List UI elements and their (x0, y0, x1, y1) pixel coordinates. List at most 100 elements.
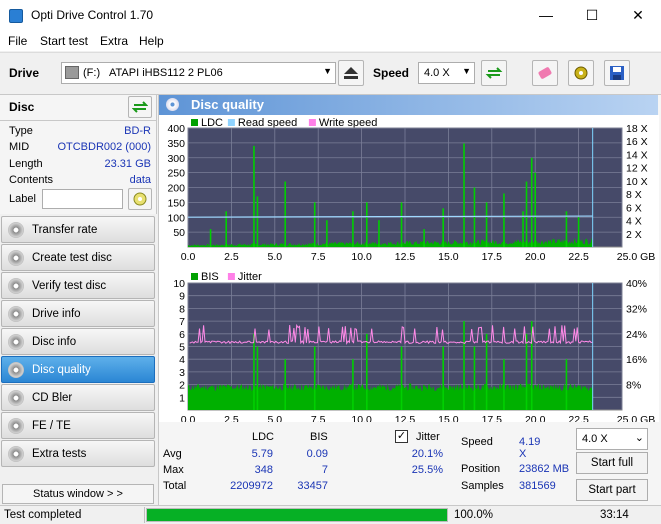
avg-bis: 0.09 (306, 448, 328, 460)
x-tick-label: 0.0 (181, 251, 196, 263)
disc-mid-value: OTCBDR002 (000) (57, 141, 151, 153)
menu-start-test[interactable]: Start test (40, 34, 88, 48)
x-tick-label: 10.0 (351, 251, 372, 263)
nav-extra-tests[interactable]: Extra tests (1, 440, 155, 467)
disc-label-button[interactable] (128, 188, 152, 210)
nav-fe-te[interactable]: FE / TE (1, 412, 155, 439)
max-bis: 7 (321, 464, 328, 476)
start-part-button[interactable]: Start part (576, 479, 648, 501)
x-tick-label: 12.5 (395, 251, 416, 263)
minimize-button[interactable]: — (523, 0, 569, 31)
legend-swatch (227, 119, 235, 126)
nav-disc-info[interactable]: Disc info (1, 328, 155, 355)
nav-create-test-disc[interactable]: Create test disc (1, 244, 155, 271)
nav-disc-quality[interactable]: Disc quality (1, 356, 155, 383)
refresh-icon (485, 67, 503, 79)
maximize-button[interactable]: ☐ (569, 0, 615, 31)
disc-mid-label: MID (9, 141, 30, 153)
nav-label: Drive info (32, 307, 81, 320)
gear-icon (574, 66, 588, 80)
settings-button[interactable] (568, 60, 594, 86)
refresh-speed-button[interactable] (481, 60, 507, 86)
y2-tick-label: 2 X (626, 229, 642, 241)
x-tick-label: 10.0 (351, 414, 372, 422)
y-tick-label: 5 (179, 342, 185, 354)
total-bis: 33457 (297, 480, 328, 492)
disc-icon (8, 361, 24, 378)
samples-value: 381569 (519, 480, 556, 492)
y-tick-label: 10 (173, 278, 185, 290)
total-ldc: 2209972 (230, 480, 273, 492)
x-tick-label: 7.5 (311, 251, 326, 263)
drive-letter: (F:) (83, 67, 101, 79)
disc-type-label: Type (9, 125, 33, 137)
nav-cd-bler[interactable]: CD Bler (1, 384, 155, 411)
disc-icon (8, 221, 24, 238)
x-tick-label: 15.0 (438, 414, 459, 422)
legend-label: LDC (201, 117, 223, 129)
y2-tick-label: 32% (626, 303, 647, 315)
disc-label-input[interactable] (42, 189, 123, 209)
speed-value: 4.0 X (424, 67, 450, 79)
y-tick-label: 150 (167, 197, 185, 209)
nav-verify-test-disc[interactable]: Verify test disc (1, 272, 155, 299)
progress-bar (146, 508, 448, 522)
x-tick-label: 0.0 (181, 414, 196, 422)
x-tick-label: 20.0 (525, 251, 546, 263)
drive-icon (65, 66, 79, 79)
y-tick-label: 7 (179, 316, 185, 328)
status-window-button[interactable]: Status window > > (2, 484, 154, 504)
disc-icon (8, 277, 24, 294)
x-tick-label: 5.0 (267, 414, 282, 422)
menu-file[interactable]: File (8, 34, 27, 48)
x-tick-label: 7.5 (311, 414, 326, 422)
disc-contents-label: Contents (9, 174, 54, 186)
y-tick-label: 100 (167, 212, 185, 224)
jitter-checkbox[interactable]: ✓ (395, 430, 408, 443)
nav-label: Disc info (32, 335, 77, 348)
menu-extra[interactable]: Extra (100, 34, 128, 48)
nav-label: Disc quality (32, 363, 91, 376)
disc-icon (166, 98, 179, 111)
legend-swatch (308, 119, 316, 126)
y-tick-label: 8 (179, 303, 185, 315)
nav-label: Verify test disc (32, 279, 107, 292)
nav-label: Create test disc (32, 251, 112, 264)
y-tick-label: 350 (167, 138, 185, 150)
disc-length-label: Length (9, 158, 43, 170)
erase-button[interactable] (532, 60, 558, 86)
drive-select[interactable]: (F:) ATAPI iHBS112 2 PL06 ▼ (61, 62, 336, 84)
menu-help[interactable]: Help (139, 34, 164, 48)
disc-icon (8, 305, 24, 322)
nav-drive-info[interactable]: Drive info (1, 300, 155, 327)
test-speed-value: 4.0 X (582, 433, 608, 445)
drive-label: Drive (9, 66, 40, 80)
eject-button[interactable] (338, 60, 364, 86)
samples-label: Samples (461, 480, 504, 492)
disc-label-label: Label (9, 193, 36, 205)
y-tick-label: 250 (167, 168, 185, 180)
refresh-icon (132, 101, 148, 113)
start-full-button[interactable]: Start full (576, 452, 648, 474)
x-tick-label: 2.5 (224, 414, 239, 422)
close-button[interactable]: ✕ (615, 0, 661, 31)
disc-header: Disc (9, 100, 35, 114)
title-bar: Opti Drive Control 1.70 — ☐ ✕ (0, 0, 661, 31)
save-button[interactable] (604, 60, 630, 86)
nav-transfer-rate[interactable]: Transfer rate (1, 216, 155, 243)
y2-tick-label: 8% (626, 380, 641, 392)
total-label: Total (163, 480, 187, 492)
disc-icon (8, 333, 24, 350)
y-tick-label: 200 (167, 183, 185, 195)
x-tick-label: 5.0 (267, 251, 282, 263)
x-tick-label: 20.0 (525, 414, 546, 422)
bis-jitter-chart: BIS Jitter 10987654321 40% 32% 24% 16% 8% 0.0 2.5… (159, 269, 659, 422)
speed-select[interactable]: 4.0 X ▼ (418, 62, 475, 84)
legend-label: Write speed (319, 117, 378, 129)
test-speed-select[interactable]: 4.0 X ⌄ (576, 428, 648, 450)
disc-edit-icon (133, 192, 147, 206)
disc-icon (8, 445, 24, 462)
disc-refresh-button[interactable] (128, 96, 152, 118)
x-tick-label: 25.0 GB (617, 251, 656, 263)
y2-tick-label: 16% (626, 354, 647, 366)
